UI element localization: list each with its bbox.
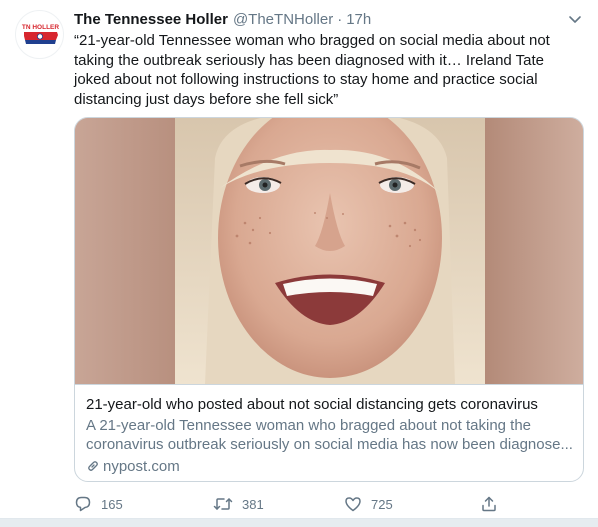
link-card[interactable]: 21-year-old who posted about not social …	[74, 117, 584, 482]
logo-text: TN HOLLER	[22, 24, 59, 31]
timestamp[interactable]: 17h	[346, 11, 371, 28]
card-title[interactable]: 21-year-old who posted about not social …	[86, 395, 573, 415]
like-button[interactable]: 725	[344, 494, 393, 514]
timeline-divider	[0, 518, 598, 527]
chevron-down-icon[interactable]	[566, 10, 584, 28]
reply-count: 165	[101, 496, 123, 512]
tweet[interactable]: TN HOLLER The Tennessee Holler @TheTNHol…	[0, 0, 598, 518]
handle[interactable]: @TheTNHoller	[233, 11, 333, 28]
reply-icon	[75, 496, 91, 512]
card-image[interactable]	[75, 118, 583, 384]
card-description: A 21-year-old Tennessee woman who bragge…	[86, 416, 573, 454]
card-domain[interactable]: nypost.com	[86, 457, 573, 477]
card-body[interactable]: 21-year-old who posted about not social …	[75, 384, 583, 481]
tweet-text: “21-year-old Tennessee woman who bragged…	[74, 32, 550, 108]
retweet-button[interactable]: 381	[213, 494, 264, 514]
tweet-actions: 165 381 725	[74, 494, 514, 514]
heart-icon	[345, 497, 361, 512]
retweet-count: 381	[242, 496, 264, 512]
display-name[interactable]: The Tennessee Holler	[74, 11, 228, 28]
separator: ·	[337, 10, 343, 28]
card-domain-text: nypost.com	[103, 457, 180, 475]
like-count: 725	[371, 496, 393, 512]
tweet-header: The Tennessee Holler @TheTNHoller · 17h	[74, 8, 371, 30]
tn-holler-logo: TN HOLLER	[22, 24, 59, 44]
reply-button[interactable]: 165	[74, 494, 123, 514]
avatar[interactable]: TN HOLLER	[15, 10, 64, 59]
share-icon	[482, 496, 496, 512]
share-button[interactable]	[480, 494, 507, 514]
retweet-icon	[213, 498, 233, 510]
link-icon	[88, 461, 98, 472]
